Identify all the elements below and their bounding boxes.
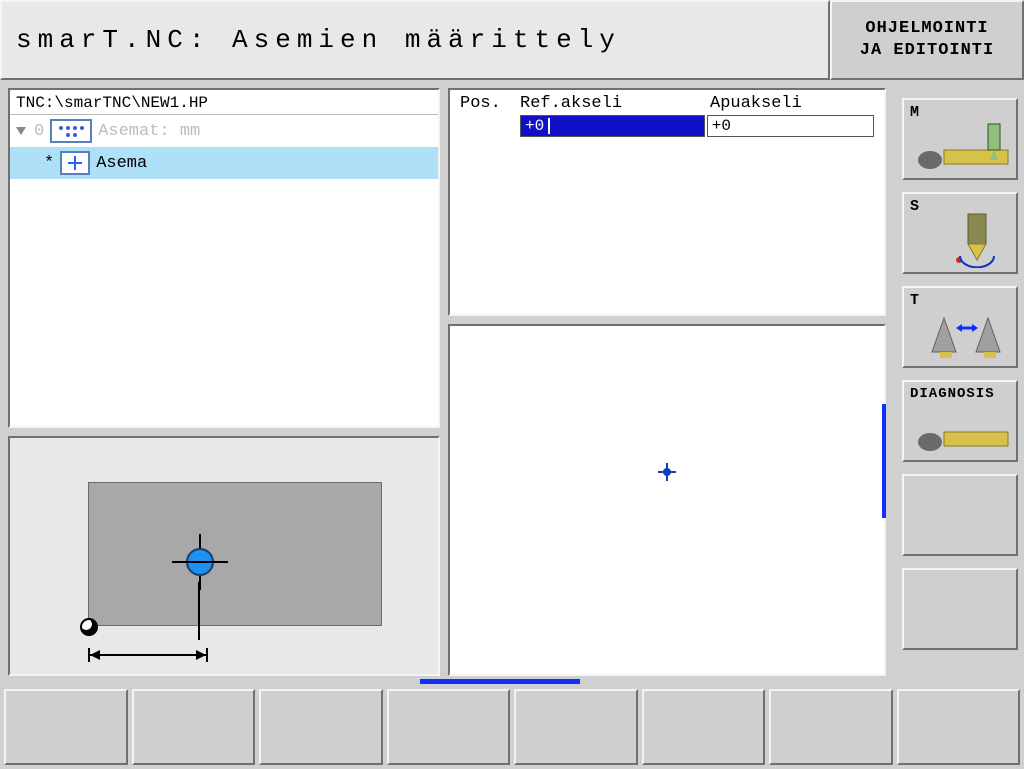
file-path: TNC:\smarTNC\NEW1.HP	[10, 90, 438, 115]
softkey-1[interactable]	[4, 689, 128, 765]
dimension-line-horizontal	[88, 654, 208, 656]
col-ref: Ref.akseli	[520, 94, 710, 113]
tree-root-index: 0	[34, 122, 44, 141]
view-panel[interactable]	[448, 324, 886, 676]
preview-point-marker	[172, 534, 228, 590]
ref-axis-value: +0	[525, 117, 544, 135]
dimension-arrow-right-icon	[196, 650, 206, 660]
tree-root-row[interactable]: 0 Asemat: mm	[10, 115, 438, 147]
view-point-marker	[658, 463, 676, 481]
diagnosis-button[interactable]: DIAGNOSIS	[902, 380, 1018, 462]
tree-item-row[interactable]: * Asema	[10, 147, 438, 179]
page-title: smarT.NC: Asemien määrittely	[0, 0, 830, 80]
origin-icon	[80, 618, 98, 636]
vertical-scroll-indicator[interactable]	[882, 404, 886, 518]
softkey-bar	[4, 689, 1020, 765]
params-header: Pos. Ref.akseli Apuakseli	[450, 90, 884, 113]
label-diagnosis: DIAGNOSIS	[910, 386, 995, 402]
softkey-7[interactable]	[769, 689, 893, 765]
tree-item-marker: *	[44, 154, 54, 173]
col-apu: Apuakseli	[710, 94, 860, 113]
horizontal-scroll-indicator[interactable]	[420, 679, 580, 684]
mode-line1: OHJELMOINTI	[865, 18, 988, 40]
params-panel: Pos. Ref.akseli Apuakseli +0 +0	[448, 88, 886, 316]
preview-workpiece	[88, 482, 382, 626]
softkey-6[interactable]	[642, 689, 766, 765]
mode-line2: JA EDITOINTI	[860, 40, 994, 62]
dimension-line-vertical	[198, 582, 200, 640]
title-bar: smarT.NC: Asemien määrittely OHJELMOINTI…	[0, 0, 1024, 80]
aux-axis-value: +0	[712, 117, 731, 135]
m-function-button[interactable]: M	[902, 98, 1018, 180]
t-function-button[interactable]: T	[902, 286, 1018, 368]
softkey-8[interactable]	[897, 689, 1021, 765]
tree-item-label: Asema	[96, 154, 147, 173]
softkey-2[interactable]	[132, 689, 256, 765]
milling-machine-icon	[910, 120, 1014, 174]
empty-button-1[interactable]	[902, 474, 1018, 556]
softkey-3[interactable]	[259, 689, 383, 765]
tool-spindle-icon	[910, 210, 1014, 268]
right-sidebar: M S T DIAGNOSIS	[902, 98, 1018, 650]
tool-change-icon	[910, 304, 1014, 362]
tree-root-label: Asemat: mm	[98, 122, 200, 141]
softkey-5[interactable]	[514, 689, 638, 765]
text-cursor-icon	[548, 118, 550, 134]
empty-button-2[interactable]	[902, 568, 1018, 650]
s-function-button[interactable]: S	[902, 192, 1018, 274]
col-pos: Pos.	[460, 94, 520, 113]
tree-panel: TNC:\smarTNC\NEW1.HP 0 Asemat: mm * Asem…	[8, 88, 440, 428]
params-row: +0 +0	[450, 113, 884, 137]
preview-panel	[8, 436, 440, 676]
mode-button-programming[interactable]: OHJELMOINTI JA EDITOINTI	[830, 0, 1024, 80]
diagnosis-icon	[910, 408, 1014, 456]
aux-axis-input[interactable]: +0	[707, 115, 874, 137]
pattern-icon	[50, 119, 92, 143]
dimension-arrow-left-icon	[90, 650, 100, 660]
expand-icon[interactable]	[16, 127, 26, 135]
ref-axis-input[interactable]: +0	[520, 115, 705, 137]
softkey-4[interactable]	[387, 689, 511, 765]
label-m: M	[910, 104, 920, 121]
workspace: TNC:\smarTNC\NEW1.HP 0 Asemat: mm * Asem…	[8, 88, 888, 676]
point-icon	[60, 151, 90, 175]
